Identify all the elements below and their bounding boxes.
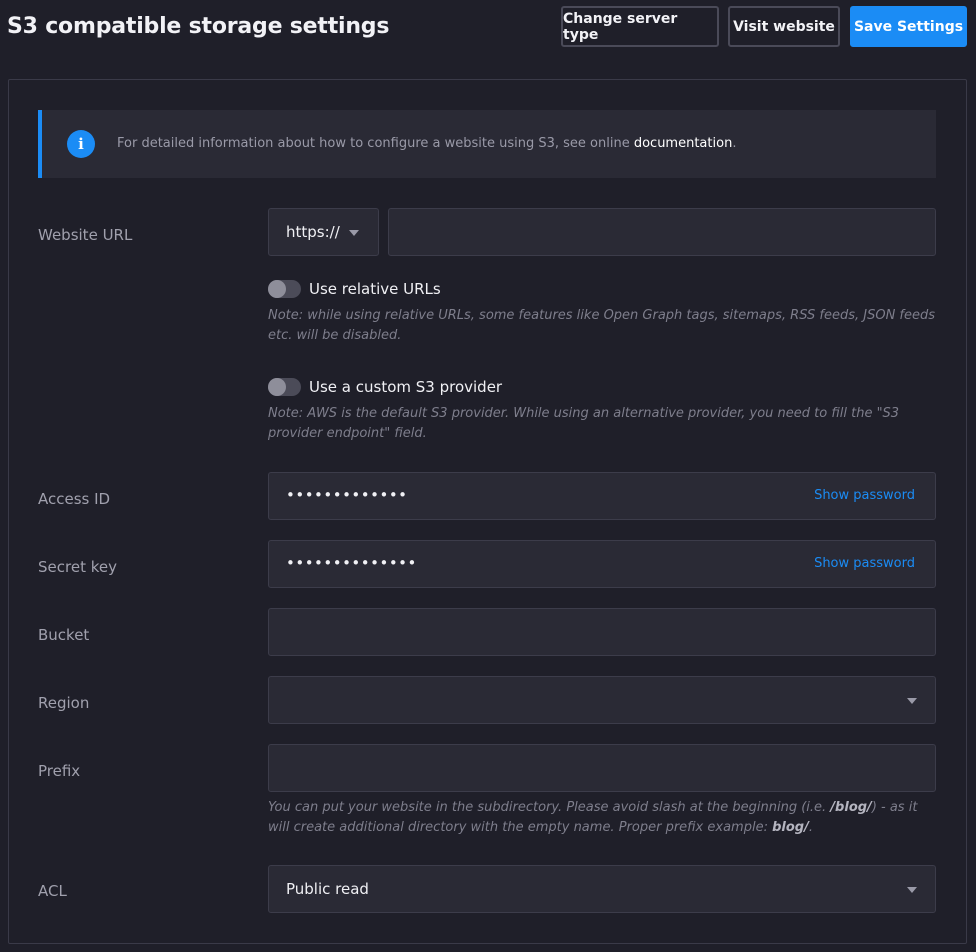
chevron-down-icon	[907, 698, 917, 704]
acl-label: ACL	[38, 882, 67, 900]
protocol-select[interactable]: https://	[268, 208, 379, 256]
secret-key-value: ••••••••••••••	[286, 554, 417, 572]
custom-provider-toggle[interactable]	[268, 378, 301, 396]
bucket-label: Bucket	[38, 626, 90, 644]
settings-panel: i For detailed information about how to …	[8, 79, 967, 944]
prefix-note-bold: /blog/	[830, 800, 872, 815]
info-text-before: For detailed information about how to co…	[117, 136, 634, 151]
secret-key-field[interactable]: •••••••••••••• Show password	[268, 540, 936, 588]
relative-urls-toggle[interactable]	[268, 280, 301, 298]
website-url-field[interactable]	[388, 208, 936, 256]
toggle-knob	[268, 280, 286, 298]
prefix-input[interactable]	[269, 745, 935, 791]
region-label: Region	[38, 694, 90, 712]
acl-value: Public read	[286, 880, 369, 898]
prefix-label: Prefix	[38, 762, 81, 780]
prefix-note: You can put your website in the subdirec…	[268, 798, 936, 838]
protocol-value: https://	[286, 223, 340, 241]
access-id-label: Access ID	[38, 490, 111, 508]
prefix-field[interactable]	[268, 744, 936, 792]
access-id-field[interactable]: ••••••••••••• Show password	[268, 472, 936, 520]
relative-urls-note: Note: while using relative URLs, some fe…	[268, 308, 936, 343]
visit-website-button[interactable]: Visit website	[728, 6, 840, 47]
info-banner: i For detailed information about how to …	[38, 110, 936, 178]
bucket-input[interactable]	[269, 609, 935, 655]
save-settings-button[interactable]: Save Settings	[850, 6, 967, 47]
chevron-down-icon	[907, 887, 917, 893]
prefix-note-bold: blog/	[772, 820, 809, 835]
show-access-id-button[interactable]: Show password	[814, 488, 915, 503]
secret-key-label: Secret key	[38, 558, 117, 576]
bucket-field[interactable]	[268, 608, 936, 656]
info-icon: i	[67, 130, 95, 158]
chevron-down-icon	[349, 230, 359, 236]
toggle-knob	[268, 378, 286, 396]
page-title: S3 compatible storage settings	[7, 14, 390, 39]
website-url-label: Website URL	[38, 226, 133, 244]
custom-provider-note: Note: AWS is the default S3 provider. Wh…	[268, 406, 900, 441]
acl-select[interactable]: Public read	[268, 865, 936, 913]
documentation-link[interactable]: documentation	[634, 136, 732, 151]
access-id-value: •••••••••••••	[286, 486, 408, 504]
info-text: For detailed information about how to co…	[117, 136, 736, 151]
website-url-input[interactable]	[389, 209, 935, 255]
change-server-type-button[interactable]: Change server type	[561, 6, 719, 47]
prefix-note-text: .	[808, 820, 813, 835]
custom-provider-label: Use a custom S3 provider	[309, 378, 503, 396]
relative-urls-label: Use relative URLs	[309, 280, 441, 298]
show-secret-key-button[interactable]: Show password	[814, 556, 915, 571]
region-select[interactable]	[268, 676, 936, 724]
info-text-after: .	[732, 136, 737, 151]
prefix-note-text: You can put your website in the subdirec…	[268, 800, 831, 815]
page-header: S3 compatible storage settings Change se…	[0, 0, 976, 56]
